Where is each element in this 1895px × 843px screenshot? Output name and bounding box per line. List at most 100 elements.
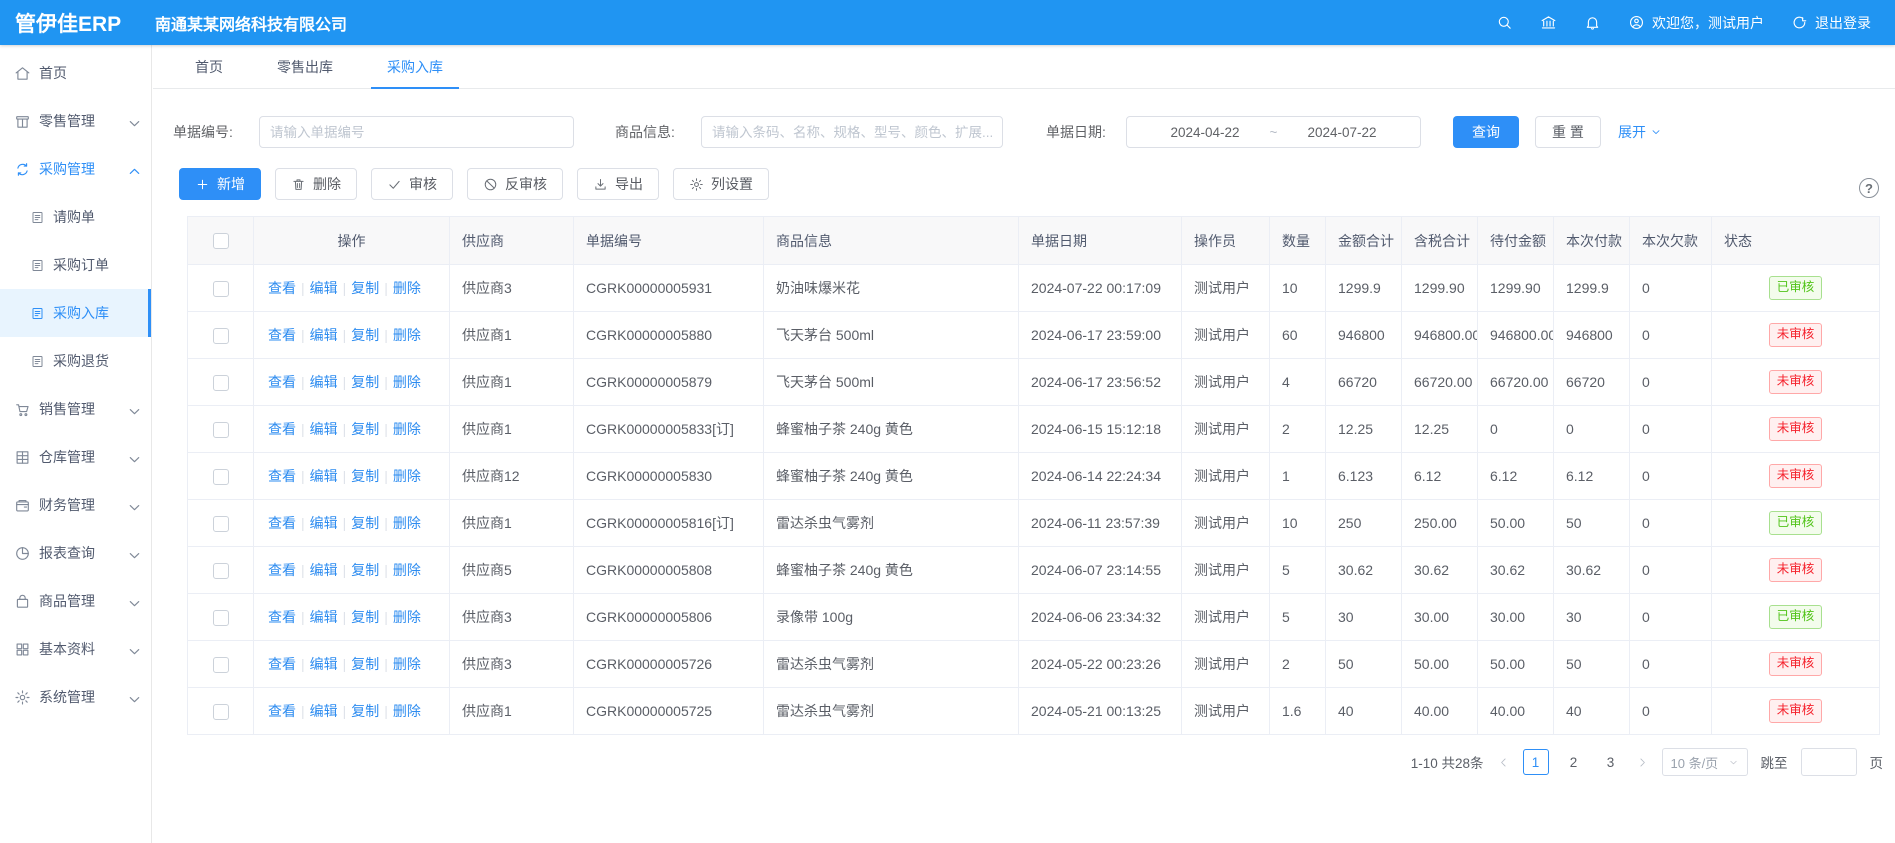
row-action-delete[interactable]: 删除 bbox=[393, 703, 421, 719]
row-action-view[interactable]: 查看 bbox=[268, 468, 296, 484]
sidebar-item-home[interactable]: 首页 bbox=[0, 49, 151, 97]
sidebar-item-purchase-request[interactable]: 请购单 bbox=[0, 193, 151, 241]
table-row: 查看|编辑|复制|删除 供应商3 CGRK00000005806 录像带 100… bbox=[188, 594, 1880, 641]
sidebar-item-sales-mgmt[interactable]: 销售管理 bbox=[0, 385, 151, 433]
tab-retail-outbound[interactable]: 零售出库 bbox=[261, 45, 349, 88]
row-action-view[interactable]: 查看 bbox=[268, 327, 296, 343]
expand-toggle[interactable]: 展开 bbox=[1618, 122, 1662, 142]
row-action-copy[interactable]: 复制 bbox=[351, 468, 379, 484]
bank-icon[interactable] bbox=[1540, 14, 1557, 31]
row-checkbox[interactable] bbox=[213, 657, 229, 673]
tab-home[interactable]: 首页 bbox=[179, 45, 239, 88]
row-action-view[interactable]: 查看 bbox=[268, 609, 296, 625]
page-number-3[interactable]: 3 bbox=[1599, 749, 1623, 775]
unaudit-button[interactable]: 反审核 bbox=[467, 168, 563, 200]
row-action-copy[interactable]: 复制 bbox=[351, 280, 379, 296]
export-button[interactable]: 导出 bbox=[577, 168, 659, 200]
row-action-delete[interactable]: 删除 bbox=[393, 421, 421, 437]
row-checkbox[interactable] bbox=[213, 375, 229, 391]
row-action-edit[interactable]: 编辑 bbox=[310, 515, 338, 531]
row-action-view[interactable]: 查看 bbox=[268, 562, 296, 578]
row-action-delete[interactable]: 删除 bbox=[393, 468, 421, 484]
row-action-delete[interactable]: 删除 bbox=[393, 327, 421, 343]
row-action-view[interactable]: 查看 bbox=[268, 421, 296, 437]
row-action-delete[interactable]: 删除 bbox=[393, 609, 421, 625]
row-actions: 查看|编辑|复制|删除 bbox=[254, 359, 450, 406]
row-action-delete[interactable]: 删除 bbox=[393, 656, 421, 672]
row-checkbox[interactable] bbox=[213, 516, 229, 532]
row-checkbox[interactable] bbox=[213, 422, 229, 438]
page-size-select[interactable]: 10 条/页 bbox=[1662, 748, 1748, 776]
sidebar-item-purchase-mgmt[interactable]: 采购管理 bbox=[0, 145, 151, 193]
sidebar-item-system-mgmt[interactable]: 系统管理 bbox=[0, 673, 151, 721]
bill-no-input[interactable] bbox=[259, 116, 574, 148]
row-action-edit[interactable]: 编辑 bbox=[310, 609, 338, 625]
row-action-copy[interactable]: 复制 bbox=[351, 421, 379, 437]
sidebar-item-warehouse-mgmt[interactable]: 仓库管理 bbox=[0, 433, 151, 481]
sidebar-item-purchase-inbound[interactable]: 采购入库 bbox=[0, 289, 151, 337]
jump-to-input[interactable] bbox=[1801, 748, 1857, 776]
row-action-view[interactable]: 查看 bbox=[268, 703, 296, 719]
select-all-checkbox[interactable] bbox=[213, 233, 229, 249]
row-action-copy[interactable]: 复制 bbox=[351, 327, 379, 343]
row-action-copy[interactable]: 复制 bbox=[351, 609, 379, 625]
bell-icon[interactable] bbox=[1584, 14, 1601, 31]
row-checkbox[interactable] bbox=[213, 281, 229, 297]
filter-bar: 单据编号: 商品信息: 单据日期: 2024-04-22 ~ 2024-07-2… bbox=[153, 116, 1895, 148]
row-action-edit[interactable]: 编辑 bbox=[310, 374, 338, 390]
row-action-delete[interactable]: 删除 bbox=[393, 280, 421, 296]
shelf-icon bbox=[14, 449, 31, 466]
row-action-copy[interactable]: 复制 bbox=[351, 515, 379, 531]
row-action-copy[interactable]: 复制 bbox=[351, 562, 379, 578]
help-icon[interactable]: ? bbox=[1859, 178, 1879, 198]
tab-purchase-inbound[interactable]: 采购入库 bbox=[371, 45, 459, 88]
row-action-view[interactable]: 查看 bbox=[268, 515, 296, 531]
user-menu[interactable]: 欢迎您，测试用户 bbox=[1628, 13, 1764, 33]
sidebar-item-finance-mgmt[interactable]: 财务管理 bbox=[0, 481, 151, 529]
prev-page-icon[interactable] bbox=[1497, 756, 1510, 769]
row-action-view[interactable]: 查看 bbox=[268, 280, 296, 296]
sidebar-item-basic-data[interactable]: 基本资料 bbox=[0, 625, 151, 673]
row-checkbox[interactable] bbox=[213, 610, 229, 626]
page-number-1[interactable]: 1 bbox=[1523, 749, 1549, 775]
row-action-copy[interactable]: 复制 bbox=[351, 656, 379, 672]
row-checkbox[interactable] bbox=[213, 328, 229, 344]
product-info-input[interactable] bbox=[701, 116, 1003, 148]
row-action-copy[interactable]: 复制 bbox=[351, 374, 379, 390]
date-range-picker[interactable]: 2024-04-22 ~ 2024-07-22 bbox=[1126, 116, 1421, 148]
row-action-delete[interactable]: 删除 bbox=[393, 374, 421, 390]
column-settings-button[interactable]: 列设置 bbox=[673, 168, 769, 200]
row-checkbox[interactable] bbox=[213, 469, 229, 485]
chevdown-icon bbox=[126, 547, 143, 564]
reset-button[interactable]: 重 置 bbox=[1535, 116, 1601, 148]
sidebar-item-purchase-return[interactable]: 采购退货 bbox=[0, 337, 151, 385]
row-action-edit[interactable]: 编辑 bbox=[310, 562, 338, 578]
cell-bill-no: CGRK00000005931 bbox=[574, 265, 764, 312]
row-action-edit[interactable]: 编辑 bbox=[310, 280, 338, 296]
sidebar-item-purchase-order[interactable]: 采购订单 bbox=[0, 241, 151, 289]
row-action-view[interactable]: 查看 bbox=[268, 374, 296, 390]
row-action-edit[interactable]: 编辑 bbox=[310, 327, 338, 343]
page-number-2[interactable]: 2 bbox=[1562, 749, 1586, 775]
row-action-delete[interactable]: 删除 bbox=[393, 515, 421, 531]
add-button[interactable]: 新增 bbox=[179, 168, 261, 200]
cell-operator: 测试用户 bbox=[1182, 312, 1270, 359]
delete-button[interactable]: 删除 bbox=[275, 168, 357, 200]
row-action-edit[interactable]: 编辑 bbox=[310, 656, 338, 672]
sidebar-item-report-query[interactable]: 报表查询 bbox=[0, 529, 151, 577]
row-checkbox[interactable] bbox=[213, 704, 229, 720]
row-action-copy[interactable]: 复制 bbox=[351, 703, 379, 719]
sidebar-item-retail-mgmt[interactable]: 零售管理 bbox=[0, 97, 151, 145]
logout-button[interactable]: 退出登录 bbox=[1791, 13, 1871, 33]
row-action-edit[interactable]: 编辑 bbox=[310, 703, 338, 719]
audit-button[interactable]: 审核 bbox=[371, 168, 453, 200]
search-icon[interactable] bbox=[1496, 14, 1513, 31]
row-action-delete[interactable]: 删除 bbox=[393, 562, 421, 578]
row-action-view[interactable]: 查看 bbox=[268, 656, 296, 672]
row-action-edit[interactable]: 编辑 bbox=[310, 468, 338, 484]
sidebar-item-product-mgmt[interactable]: 商品管理 bbox=[0, 577, 151, 625]
row-action-edit[interactable]: 编辑 bbox=[310, 421, 338, 437]
search-button[interactable]: 查询 bbox=[1453, 116, 1519, 148]
next-page-icon[interactable] bbox=[1636, 756, 1649, 769]
row-checkbox[interactable] bbox=[213, 563, 229, 579]
